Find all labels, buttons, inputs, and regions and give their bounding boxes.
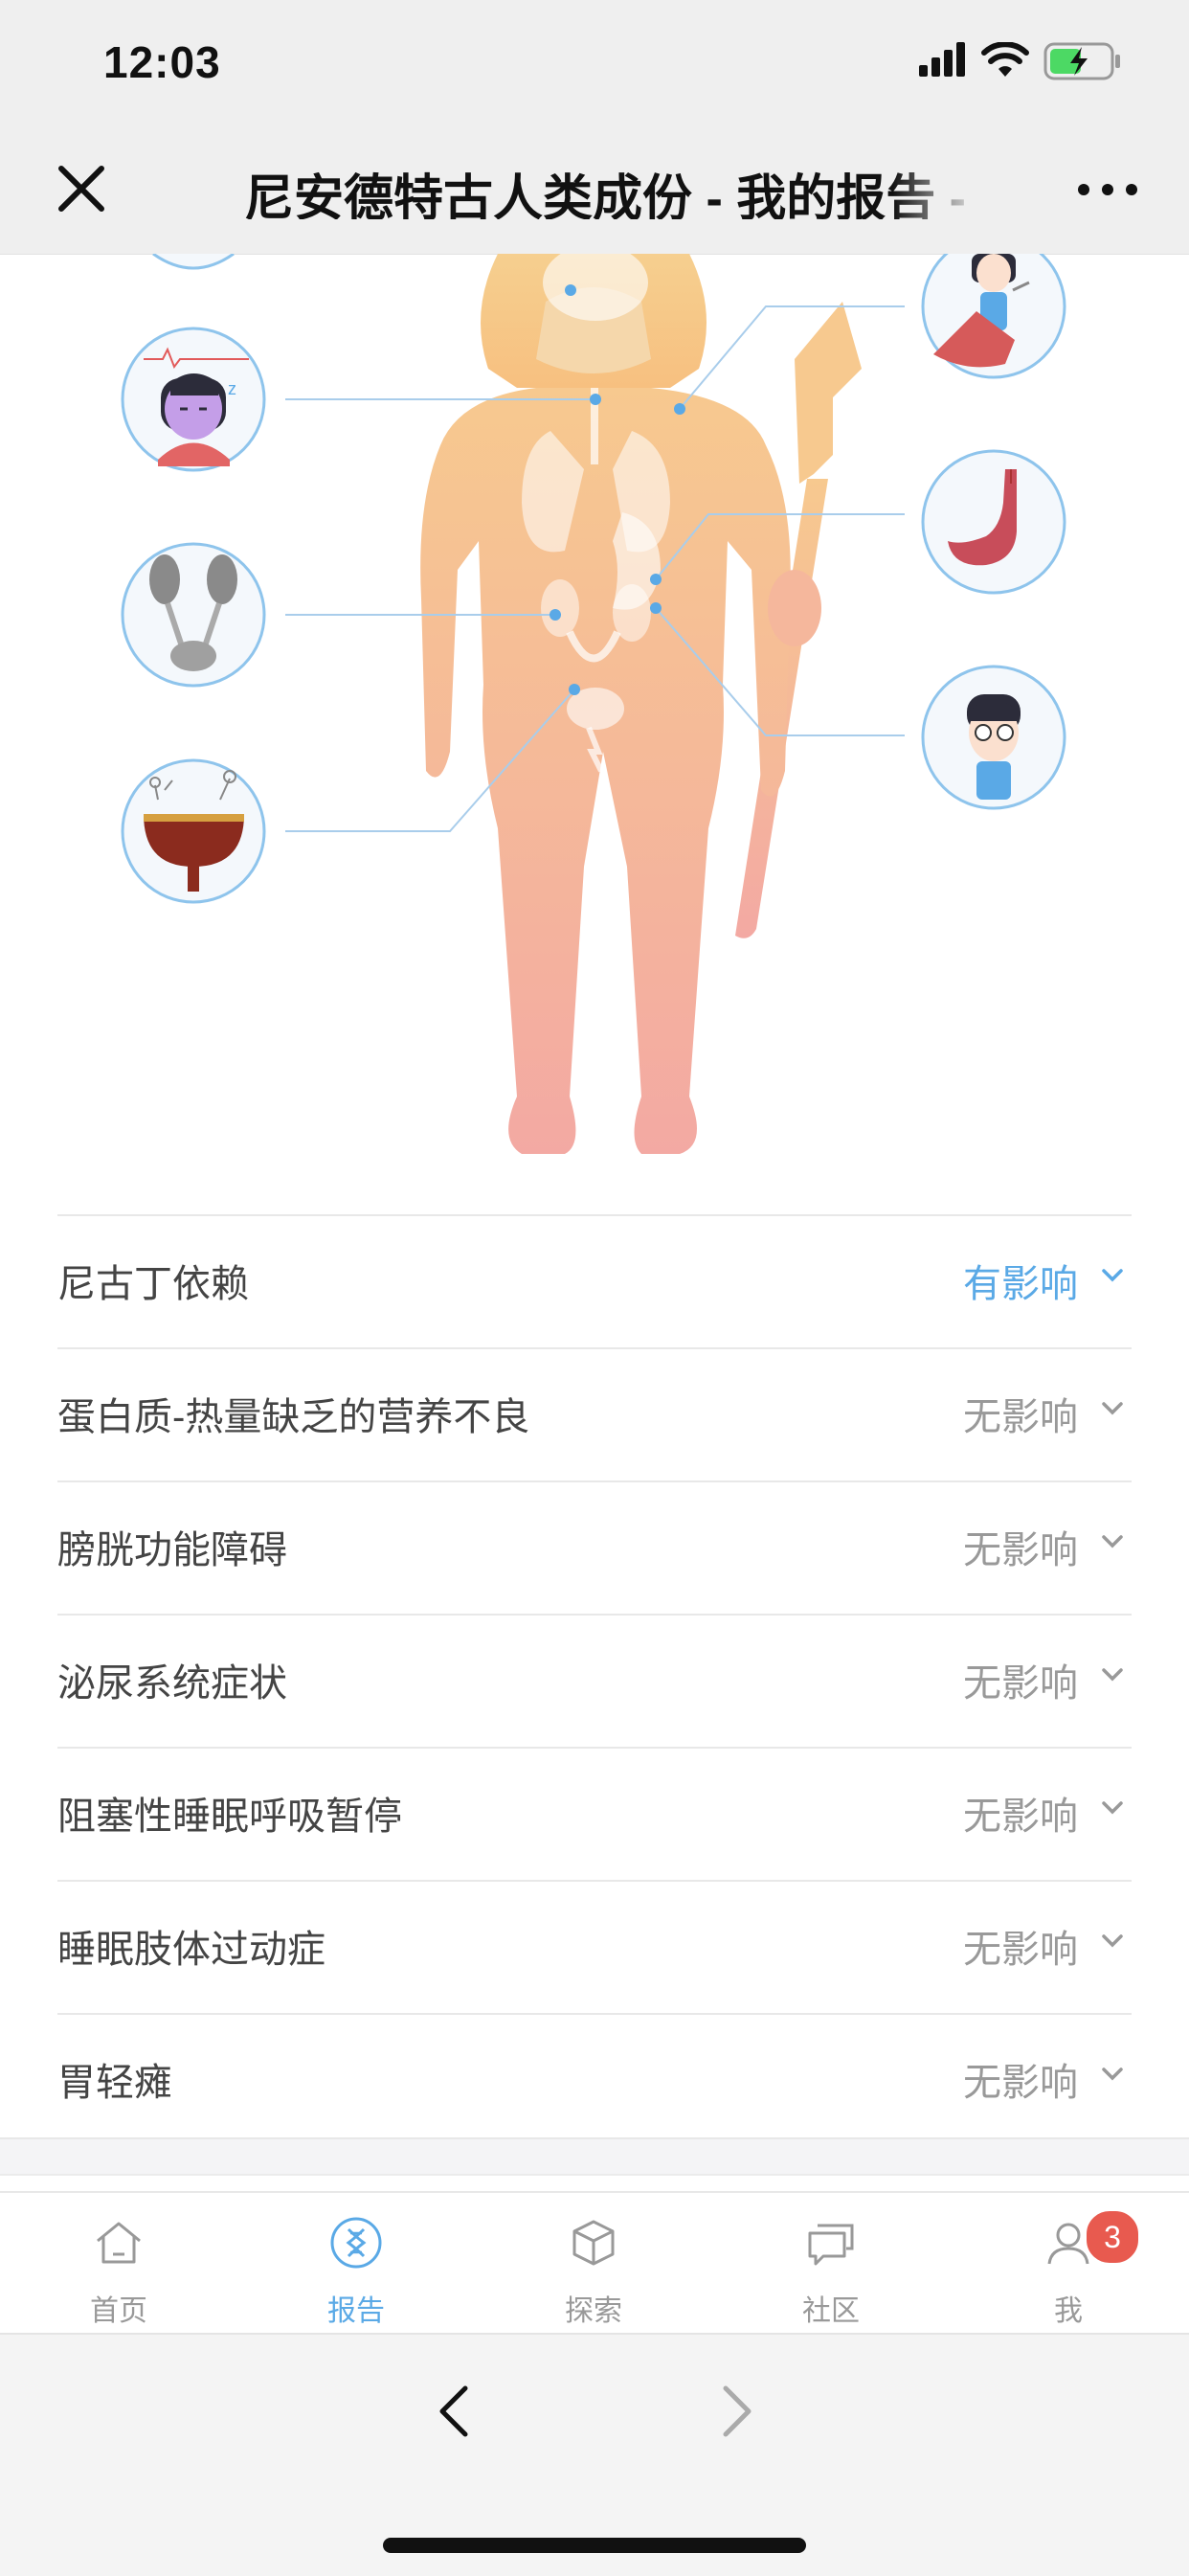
battery-icon	[1043, 42, 1120, 80]
trait-status: 无影响	[963, 1529, 1078, 1571]
chat-icon	[808, 2224, 854, 2266]
trait-name: 膀胱功能障碍	[57, 1529, 287, 1571]
trait-name: 阻塞性睡眠呼吸暂停	[57, 1796, 402, 1838]
trait-row-sleep-apnea[interactable]: 阻塞性睡眠呼吸暂停 无影响	[57, 1747, 1132, 1880]
chevron-down-icon	[1102, 1402, 1123, 1415]
svg-text:z: z	[228, 379, 236, 398]
body-illustration: z	[121, 254, 1066, 1154]
cube-icon	[572, 2220, 615, 2266]
trait-status: 无影响	[963, 1662, 1078, 1705]
more-icon[interactable]	[1074, 172, 1141, 207]
trait-status: 无影响	[963, 1796, 1078, 1838]
wifi-icon	[981, 42, 1029, 77]
tab-label: 社区	[802, 2295, 860, 2327]
figure	[420, 254, 821, 1154]
chevron-down-icon	[1102, 1934, 1123, 1948]
tab-bar: 首页 报告 探索 社区 3 我	[0, 2191, 1189, 2335]
status-time: 12:03	[103, 37, 221, 87]
trait-row-bladder-dysfunction[interactable]: 膀胱功能障碍 无影响	[57, 1480, 1132, 1614]
tab-home[interactable]: 首页	[0, 2193, 237, 2335]
bladder-avatar[interactable]	[121, 758, 266, 904]
browser-toolbar	[0, 2333, 1189, 2576]
trait-row-restless-legs[interactable]: 睡眠肢体过动症 无影响	[57, 1880, 1132, 2013]
trait-row-gastroparesis[interactable]: 胃轻瘫 无影响	[57, 2013, 1132, 2146]
trait-list: 尼古丁依赖 有影响 蛋白质-热量缺乏的营养不良 无影响 膀胱功能障碍 无影响 泌…	[57, 1214, 1132, 2146]
trait-row-urinary-symptoms[interactable]: 泌尿系统症状 无影响	[57, 1614, 1132, 1747]
home-icon	[97, 2222, 141, 2264]
trait-name: 泌尿系统症状	[57, 1662, 287, 1705]
dna-icon	[330, 2217, 382, 2269]
dizzy-person-avatar[interactable]	[921, 665, 1066, 810]
chevron-down-icon	[1102, 2068, 1123, 2081]
home-indicator[interactable]	[383, 2538, 806, 2553]
trait-status: 无影响	[963, 1396, 1078, 1438]
chevron-down-icon	[1102, 1801, 1123, 1815]
trait-name: 睡眠肢体过动症	[57, 1929, 325, 1971]
tab-community[interactable]: 社区	[712, 2193, 950, 2335]
top-bar: 12:03 尼安德特古人类成份 - 我的报告 -	[0, 0, 1189, 255]
tab-me[interactable]: 3 我	[950, 2193, 1187, 2335]
chevron-down-icon	[1102, 1668, 1123, 1682]
restless-legs-avatar[interactable]	[921, 254, 1066, 379]
top-left-avatar[interactable]	[152, 254, 235, 270]
back-arrow-icon[interactable]	[433, 2383, 475, 2440]
tab-label: 我	[1054, 2295, 1083, 2327]
kidney-avatar[interactable]	[121, 542, 266, 688]
trait-status: 无影响	[963, 2062, 1078, 2104]
trait-row-nicotine-dependence[interactable]: 尼古丁依赖 有影响	[57, 1214, 1132, 1347]
section-divider	[0, 2137, 1189, 2176]
chevron-down-icon	[1102, 1535, 1123, 1548]
sleep-disorder-avatar[interactable]: z	[121, 327, 266, 472]
stomach-avatar[interactable]	[921, 449, 1066, 595]
tab-label: 首页	[90, 2295, 147, 2327]
trait-status: 有影响	[963, 1263, 1078, 1305]
tab-label: 探索	[565, 2295, 622, 2327]
trait-name: 蛋白质-热量缺乏的营养不良	[57, 1396, 530, 1438]
chevron-down-icon	[1102, 1269, 1123, 1282]
trait-name: 尼古丁依赖	[57, 1263, 249, 1305]
trait-name: 胃轻瘫	[57, 2062, 172, 2104]
trait-row-protein-malnutrition[interactable]: 蛋白质-热量缺乏的营养不良 无影响	[57, 1347, 1132, 1480]
notification-badge: 3	[1084, 2208, 1141, 2266]
forward-arrow-icon[interactable]	[716, 2383, 758, 2440]
tab-report[interactable]: 报告	[237, 2193, 475, 2335]
tab-label: 报告	[327, 2295, 385, 2327]
tab-explore[interactable]: 探索	[475, 2193, 712, 2335]
close-icon[interactable]	[48, 155, 115, 222]
signal-icon	[919, 42, 965, 77]
page-title: 尼安德特古人类成份 - 我的报告 -	[244, 171, 966, 219]
trait-status: 无影响	[963, 1929, 1078, 1971]
